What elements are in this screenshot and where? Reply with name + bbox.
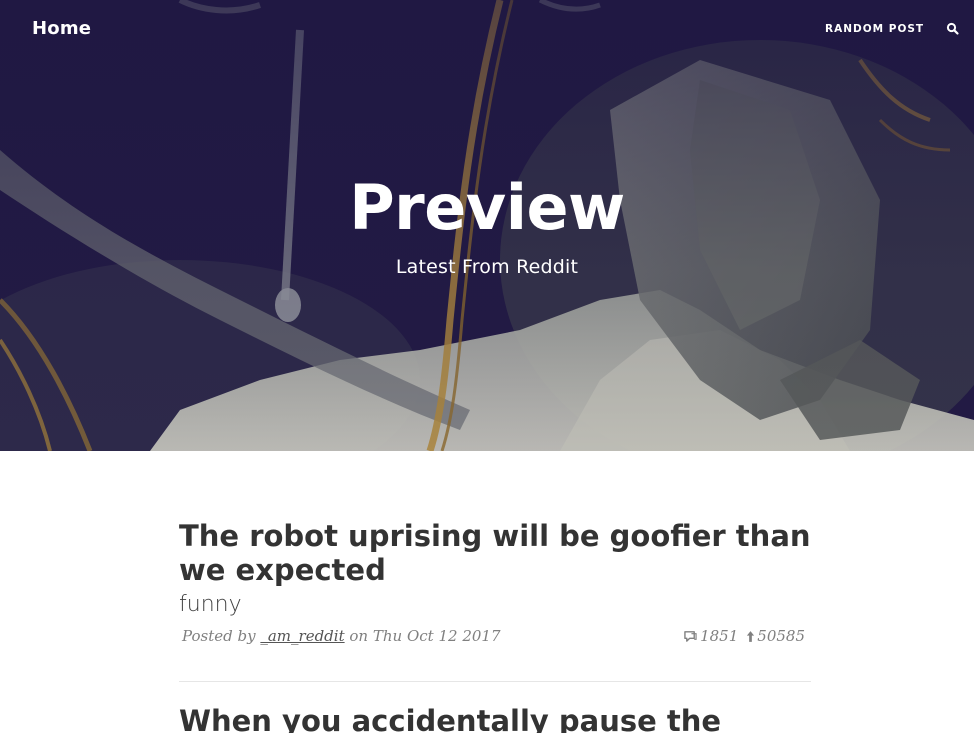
search-icon[interactable] <box>946 22 960 36</box>
post-stats: 1851 50585 <box>683 627 805 645</box>
post-preview: The robot uprising will be goofier than … <box>179 519 811 649</box>
date-prefix: on <box>349 627 369 645</box>
comment-count: 1851 <box>700 627 739 645</box>
posted-by-label: Posted by <box>182 627 256 645</box>
hero-header: Home RANDOM POST Preview Latest From Red… <box>0 0 974 451</box>
post-subreddit: funny <box>179 592 242 617</box>
post-title-link[interactable]: When you accidentally pause the <box>179 704 811 733</box>
hero-title: Preview <box>349 171 625 244</box>
upvote-arrow-icon <box>747 630 755 642</box>
post-preview: When you accidentally pause the <box>179 704 811 733</box>
post-divider <box>179 681 811 682</box>
comments-icon <box>684 630 697 642</box>
upvote-count: 50585 <box>757 627 805 645</box>
post-meta: Posted by _am_reddit on Thu Oct 12 2017 … <box>179 627 811 649</box>
hero-subtitle: Latest From Reddit <box>395 256 579 278</box>
post-byline: Posted by _am_reddit on Thu Oct 12 2017 <box>182 627 501 645</box>
nav-home-link[interactable]: Home <box>32 18 91 39</box>
nav-random-post-link[interactable]: RANDOM POST <box>825 23 924 35</box>
author-link[interactable]: _am_reddit <box>260 627 344 645</box>
post-date: Thu Oct 12 2017 <box>372 627 501 645</box>
post-title-link[interactable]: The robot uprising will be goofier than … <box>179 519 811 587</box>
